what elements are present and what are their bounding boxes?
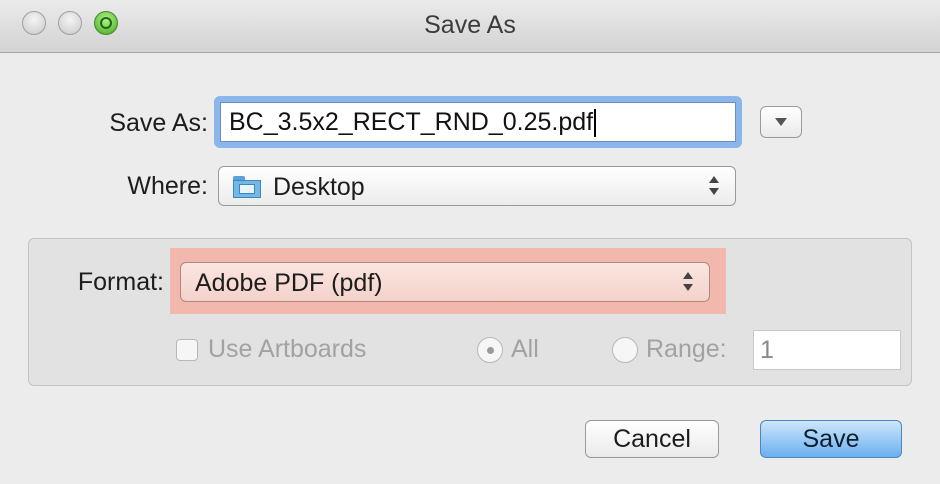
save-as-label: Save As: (109, 109, 208, 137)
where-label: Where: (127, 172, 208, 200)
format-label: Format: (77, 268, 164, 296)
range-label: Range: (646, 335, 727, 363)
popup-arrows-icon (709, 176, 721, 196)
range-input[interactable]: 1 (753, 330, 901, 370)
filename-text: BC_3.5x2_RECT_RND_0.25.pdf (229, 108, 594, 136)
range-radio[interactable] (612, 337, 638, 363)
save-button[interactable]: Save (760, 420, 902, 458)
where-value: Desktop (273, 173, 365, 201)
folder-desktop-icon (233, 176, 261, 198)
use-artboards-checkbox[interactable] (176, 339, 198, 361)
expand-dialog-button[interactable] (760, 106, 802, 138)
use-artboards-label: Use Artboards (208, 335, 367, 363)
popup-arrows-icon (683, 272, 695, 292)
format-value: Adobe PDF (pdf) (195, 269, 383, 297)
where-popup[interactable]: Desktop (218, 166, 736, 206)
cancel-button[interactable]: Cancel (585, 420, 719, 458)
all-label: All (511, 335, 539, 363)
format-popup[interactable]: Adobe PDF (pdf) (180, 262, 710, 302)
all-radio[interactable] (477, 337, 503, 363)
text-caret (594, 109, 597, 138)
title-bar[interactable]: Save As (0, 0, 940, 53)
filename-input[interactable]: BC_3.5x2_RECT_RND_0.25.pdf (220, 102, 736, 142)
window-title: Save As (424, 11, 516, 39)
